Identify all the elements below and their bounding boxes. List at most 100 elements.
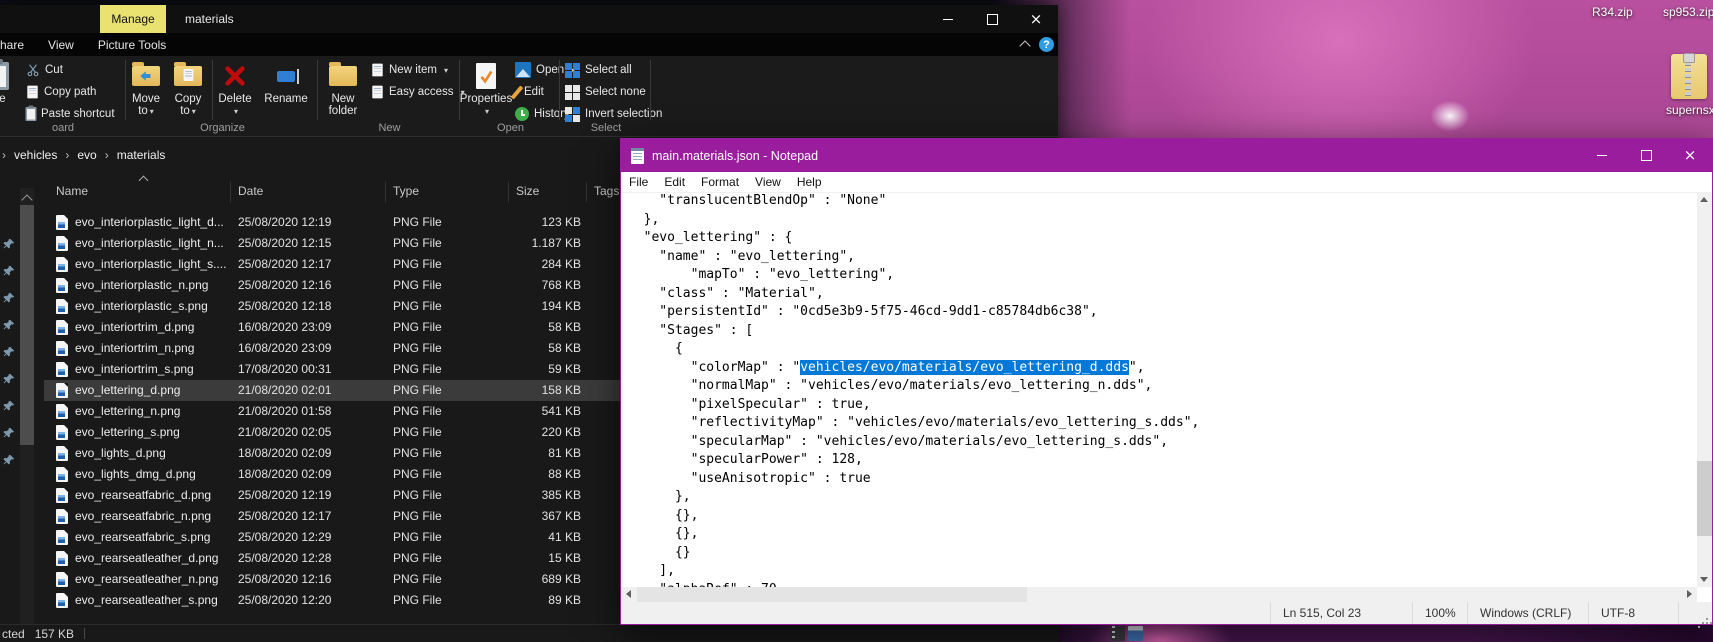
breadcrumb-item[interactable]: materials (111, 148, 172, 162)
file-size: 768 KB (541, 278, 581, 292)
menu-help[interactable]: Help (789, 175, 830, 189)
png-file-icon (56, 404, 68, 419)
breadcrumb-item[interactable]: evo (71, 148, 102, 162)
paste-shortcut-button[interactable]: Paste shortcut (25, 104, 115, 124)
file-name: evo_interiortrim_n.png (75, 341, 195, 355)
notepad-titlebar[interactable]: main.materials.json - Notepad × (621, 139, 1712, 172)
breadcrumb-item[interactable]: vehicles (8, 148, 63, 162)
invert-selection-icon (565, 106, 580, 122)
desktop-icon-r34zip[interactable]: R34.zip (1592, 5, 1633, 19)
vertical-scrollbar[interactable] (1697, 192, 1712, 587)
rename-button[interactable]: Rename (258, 59, 314, 121)
explorer-minimize-button[interactable] (926, 5, 970, 33)
close-icon: × (1029, 9, 1043, 28)
collapse-ribbon-icon[interactable] (1019, 40, 1031, 52)
group-label-open: Open (497, 122, 524, 134)
select-none-button[interactable]: Select none (565, 82, 646, 102)
help-icon[interactable]: ? (1039, 37, 1054, 52)
edit-button[interactable]: Edit (510, 82, 544, 102)
menu-view[interactable]: View (747, 175, 789, 189)
column-divider[interactable] (586, 182, 587, 202)
text-editor-area[interactable]: "translucentBlendOp" : "None" }, "evo_le… (621, 192, 1697, 587)
explorer-close-button[interactable]: × (1014, 5, 1058, 33)
breadcrumb-chevron-icon: › (104, 148, 109, 162)
desktop-icon-supernsx4zip[interactable]: supernsx4.z (1666, 103, 1713, 117)
column-header-name[interactable]: Name (56, 184, 88, 198)
scroll-right-icon[interactable] (1687, 590, 1692, 598)
clipboard-icon (25, 105, 37, 121)
group-divider (650, 60, 651, 120)
nav-scrollbar[interactable] (20, 188, 34, 625)
png-file-icon (56, 215, 68, 230)
column-header-date[interactable]: Date (238, 184, 263, 198)
tab-share-partial[interactable]: hare (0, 33, 36, 56)
file-size: 58 KB (548, 341, 581, 355)
copy-path-button[interactable]: Copy path (26, 82, 96, 102)
new-folder-button[interactable]: New folder (321, 59, 365, 121)
horizontal-scrollbar[interactable] (621, 587, 1697, 602)
vertical-scrollbar-thumb[interactable] (1697, 460, 1712, 536)
menu-file[interactable]: File (621, 175, 656, 189)
column-header-size[interactable]: Size (516, 184, 539, 198)
file-name: evo_rearseatleather_n.png (75, 572, 219, 586)
explorer-maximize-button[interactable] (970, 5, 1014, 33)
taskbar-icon-film[interactable] (1110, 626, 1125, 641)
column-divider[interactable] (385, 182, 386, 202)
ribbon-tab-row: hare View Picture Tools ? (0, 33, 1058, 56)
delete-button[interactable]: Delete ▾ (212, 59, 258, 121)
quick-access-pin-icon (3, 373, 15, 388)
scroll-left-icon[interactable] (626, 590, 631, 598)
png-file-icon (56, 383, 68, 398)
scroll-up-icon[interactable] (21, 194, 33, 206)
select-all-icon (565, 62, 580, 78)
scroll-up-icon[interactable] (1700, 197, 1708, 202)
column-header-type[interactable]: Type (393, 184, 419, 198)
file-date: 25/08/2020 12:15 (238, 236, 332, 250)
scroll-down-icon[interactable] (1700, 577, 1708, 582)
history-clock-icon (515, 107, 529, 121)
file-date: 21/08/2020 02:01 (238, 383, 332, 397)
menu-format[interactable]: Format (693, 175, 747, 189)
desktop-icon-sp953zip[interactable]: sp953.zip (1663, 5, 1713, 19)
file-name: evo_lights_dmg_d.png (75, 467, 196, 481)
invert-selection-button[interactable]: Invert selection (565, 104, 662, 124)
select-all-button[interactable]: Select all (565, 60, 632, 80)
paste-button[interactable]: ste (0, 59, 24, 121)
file-date: 16/08/2020 23:09 (238, 341, 332, 355)
file-size: 385 KB (541, 488, 581, 502)
resize-grip[interactable] (1678, 602, 1712, 628)
png-file-icon (56, 446, 68, 461)
tab-picture-tools[interactable]: Picture Tools (86, 33, 178, 56)
group-label-new: New (378, 122, 401, 134)
explorer-titlebar[interactable]: Manage materials × (0, 5, 1058, 33)
quick-access-pin-icon (3, 292, 15, 307)
tab-view[interactable]: View (36, 33, 86, 56)
zip-file-icon[interactable] (1671, 53, 1707, 99)
horizontal-scrollbar-thumb[interactable] (637, 587, 1027, 602)
file-name: evo_interiorplastic_light_d... (75, 215, 224, 229)
properties-button[interactable]: Properties ▾ (459, 59, 513, 121)
move-to-button[interactable]: Move to ▾ (125, 59, 167, 121)
notepad-maximize-button[interactable] (1624, 139, 1668, 172)
png-file-icon (56, 320, 68, 335)
cut-button[interactable]: Cut (26, 60, 63, 80)
column-divider[interactable] (230, 182, 231, 202)
manage-contextual-tab[interactable]: Manage (100, 5, 166, 33)
easy-access-button[interactable]: Easy access ▾ (371, 82, 465, 102)
file-date: 18/08/2020 02:09 (238, 467, 332, 481)
copy-to-button[interactable]: Copy to ▾ (167, 59, 209, 121)
taskbar-icon-image[interactable] (1128, 626, 1143, 641)
code-line: "evo_lettering" : { (628, 230, 793, 245)
column-divider[interactable] (508, 182, 509, 202)
nav-scrollbar-thumb[interactable] (20, 205, 34, 445)
document-icon (183, 69, 194, 81)
column-header-tags[interactable]: Tags (594, 184, 619, 198)
file-name: evo_interiorplastic_n.png (75, 278, 209, 292)
properties-check-icon (476, 63, 496, 89)
notepad-close-button[interactable]: × (1668, 139, 1712, 172)
dropdown-caret: ▾ (484, 107, 489, 116)
menu-edit[interactable]: Edit (656, 175, 693, 189)
sort-ascending-icon[interactable] (138, 175, 149, 186)
notepad-minimize-button[interactable] (1580, 139, 1624, 172)
new-item-button[interactable]: New item ▾ (371, 60, 448, 80)
